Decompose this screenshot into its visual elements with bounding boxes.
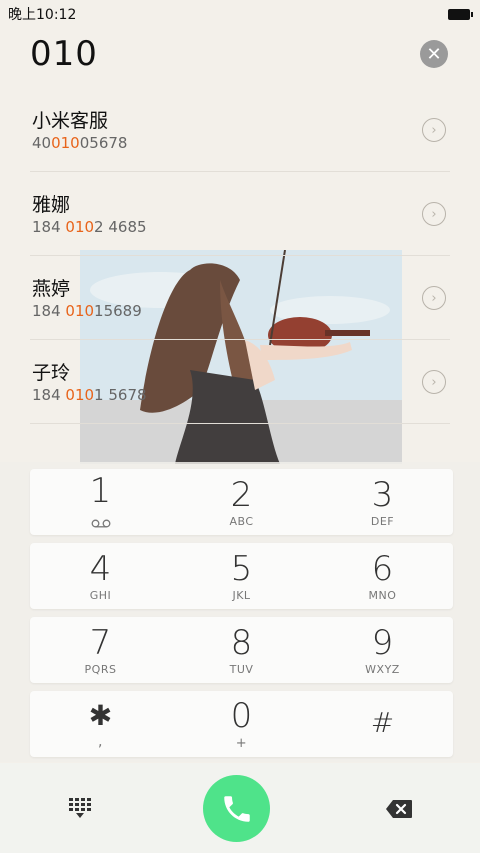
contact-name: 燕婷 bbox=[32, 278, 71, 300]
dialpad-icon bbox=[69, 798, 91, 818]
contact-name: 小米客服 bbox=[32, 110, 109, 132]
key-5[interactable]: 5 JKL bbox=[171, 543, 312, 609]
phone-icon bbox=[223, 795, 250, 822]
bottom-action-bar bbox=[0, 763, 480, 853]
contact-item[interactable]: 小米客服 4001005678 › bbox=[30, 88, 450, 172]
key-6[interactable]: 6 MNO bbox=[312, 543, 453, 609]
keypad-row: 4 GHI 5 JKL 6 MNO bbox=[30, 543, 453, 609]
keypad-row: 1 2 ABC 3 DEF bbox=[30, 469, 453, 535]
key-7[interactable]: 7 PQRS bbox=[30, 617, 171, 683]
key-2[interactable]: 2 ABC bbox=[171, 469, 312, 535]
clear-input-button[interactable]: ✕ bbox=[420, 40, 448, 68]
contact-number: 4001005678 bbox=[32, 134, 128, 152]
contact-item[interactable]: 燕婷 184 01015689 › bbox=[30, 256, 450, 340]
close-icon: ✕ bbox=[426, 43, 442, 65]
keypad-row: 7 PQRS 8 TUV 9 WXYZ bbox=[30, 617, 453, 683]
contact-number: 184 01015689 bbox=[32, 302, 142, 320]
key-4[interactable]: 4 GHI bbox=[30, 543, 171, 609]
dialpad-toggle-button[interactable] bbox=[68, 797, 92, 819]
key-8[interactable]: 8 TUV bbox=[171, 617, 312, 683]
contact-suggestion-list: 小米客服 4001005678 › 雅娜 184 0102 4685 › 燕婷 … bbox=[0, 88, 480, 424]
chevron-right-icon[interactable]: › bbox=[422, 286, 446, 310]
key-star[interactable]: ✱ , bbox=[30, 691, 171, 757]
chevron-right-icon[interactable]: › bbox=[422, 202, 446, 226]
contact-number: 184 0102 4685 bbox=[32, 218, 147, 236]
status-bar: 晚上10:12 bbox=[0, 0, 480, 28]
status-time: 晚上10:12 bbox=[8, 7, 77, 23]
contact-item[interactable]: 雅娜 184 0102 4685 › bbox=[30, 172, 450, 256]
backspace-button[interactable] bbox=[385, 799, 413, 819]
key-9[interactable]: 9 WXYZ bbox=[312, 617, 453, 683]
match-highlight: 010 bbox=[65, 302, 95, 320]
key-3[interactable]: 3 DEF bbox=[312, 469, 453, 535]
call-button[interactable] bbox=[203, 775, 270, 842]
key-0[interactable]: 0 + bbox=[171, 691, 312, 757]
battery-icon bbox=[448, 8, 473, 20]
contact-item[interactable]: 子玲 184 0101 5678 › bbox=[30, 340, 450, 424]
match-highlight: 010 bbox=[65, 218, 95, 236]
chevron-right-icon[interactable]: › bbox=[422, 118, 446, 142]
key-hash[interactable]: # bbox=[312, 691, 453, 757]
contact-name: 子玲 bbox=[32, 362, 71, 384]
contact-number: 184 0101 5678 bbox=[32, 386, 147, 404]
contact-name: 雅娜 bbox=[32, 194, 71, 216]
match-highlight: 010 bbox=[65, 386, 95, 404]
keypad-row: ✱ , 0 + # bbox=[30, 691, 453, 757]
voicemail-icon bbox=[91, 513, 111, 532]
key-1[interactable]: 1 bbox=[30, 469, 171, 535]
chevron-right-icon[interactable]: › bbox=[422, 370, 446, 394]
match-highlight: 010 bbox=[51, 134, 80, 152]
dial-number-display[interactable]: 010 bbox=[30, 34, 98, 74]
backspace-icon bbox=[386, 800, 412, 818]
